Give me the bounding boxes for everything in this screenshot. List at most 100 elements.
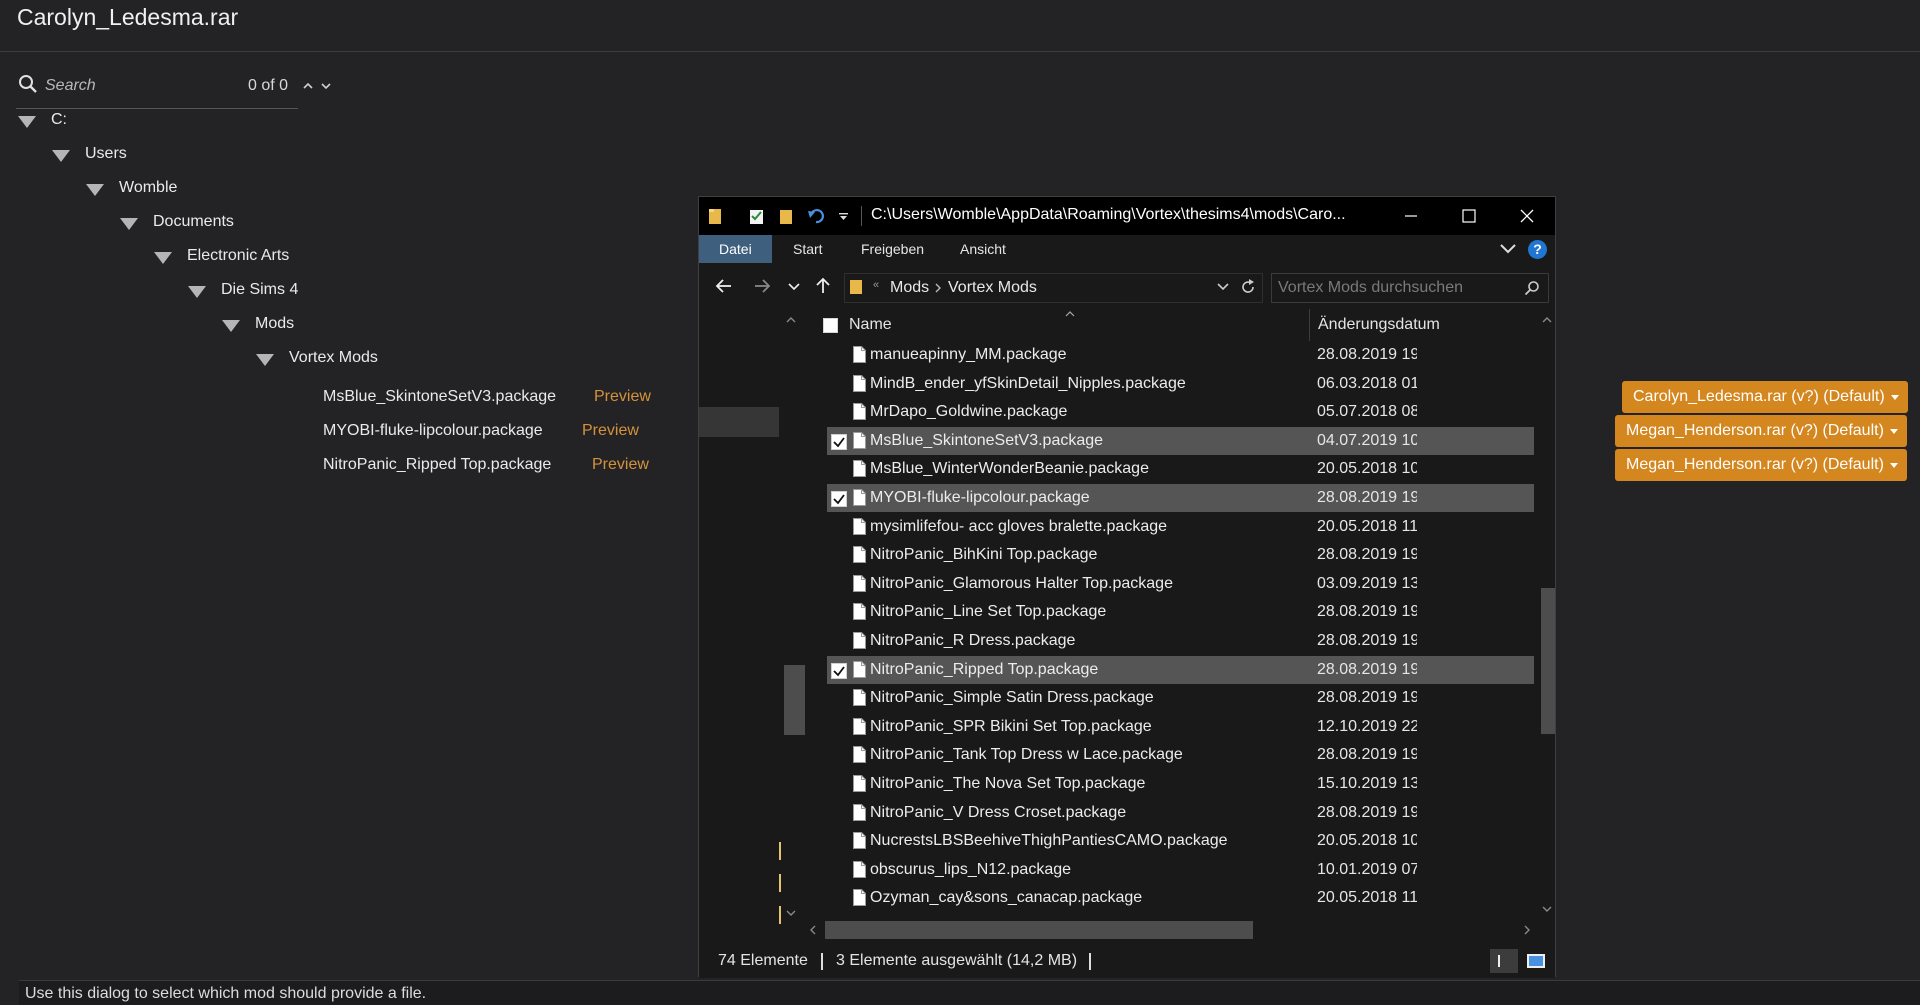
table-row[interactable]: MindB_ender_yfSkinDetail_Nipples.package… [827,370,1534,398]
search-icon[interactable] [1524,280,1540,296]
explorer-search-box [1271,273,1549,303]
breadcrumb-vortex-mods[interactable]: Vortex Mods [948,279,1037,297]
table-row[interactable]: NitroPanic_R Dress.package 28.08.2019 19: [827,627,1534,655]
search-input[interactable] [43,76,247,96]
tree-node-womble[interactable]: Womble [86,179,177,197]
table-row[interactable]: NitroPanic_BihKini Top.package 28.08.2019… [827,541,1534,569]
file-list-horizontal-scrollbar[interactable] [803,919,1539,941]
scroll-down-icon[interactable] [786,909,796,917]
table-row[interactable]: obscurus_lips_N12.package 10.01.2019 07: [827,856,1534,884]
file-list-vertical-scrollbar[interactable] [1539,309,1555,919]
navigation-pane-selected-item[interactable] [699,407,779,437]
tree-node-documents[interactable]: Documents [120,213,234,231]
tab-datei[interactable]: Datei [699,235,772,263]
tab-ansicht[interactable]: Ansicht [960,235,1006,263]
row-checkbox[interactable] [831,491,847,507]
preview-link[interactable]: Preview [592,456,649,474]
table-row[interactable]: manueapinny_MM.package 28.08.2019 19: [827,341,1534,369]
minimize-icon[interactable] [1382,197,1440,235]
table-row[interactable]: mysimlifefou- acc gloves bralette.packag… [827,513,1534,541]
help-icon[interactable]: ? [1528,240,1547,259]
tab-start[interactable]: Start [793,235,823,263]
tree-node-die-sims-4[interactable]: Die Sims 4 [188,281,298,299]
expand-arrow-icon[interactable] [222,319,240,332]
table-row[interactable]: MYOBI-fluke-lipcolour.package 28.08.2019 … [827,484,1534,512]
tree-node-users[interactable]: Users [52,145,127,163]
customize-toolbar-icon[interactable] [839,213,848,220]
preview-link[interactable]: Preview [594,388,651,406]
table-row[interactable]: NitroPanic_Ripped Top.package 28.08.2019 … [827,655,1534,684]
expand-arrow-icon[interactable] [256,353,274,366]
tree-node-mods[interactable]: Mods [222,315,294,333]
table-row[interactable]: NitroPanic_Tank Top Dress w Lace.package… [827,741,1534,769]
scroll-marker [779,906,781,924]
table-row[interactable]: NitroPanic_SPR Bikini Set Top.package 12.… [827,713,1534,741]
scroll-up-icon[interactable] [1542,316,1552,324]
tree-node-vortex-mods[interactable]: Vortex Mods [256,349,378,367]
expand-arrow-icon[interactable] [52,149,70,162]
table-row[interactable]: MrDapo_Goldwine.package 05.07.2018 08: [827,398,1534,426]
mod-provider-dropdown[interactable]: Megan_Henderson.rar (v?) (Default) [1615,449,1907,481]
address-history-icon[interactable] [1216,282,1230,292]
scrollbar-thumb[interactable] [1541,588,1555,734]
expand-arrow-icon[interactable] [120,217,138,230]
row-checkbox[interactable] [831,433,847,450]
scroll-up-icon[interactable] [786,316,796,324]
table-row[interactable]: NitroPanic_Simple Satin Dress.package 28.… [827,684,1534,712]
close-icon[interactable] [1498,197,1556,235]
table-row[interactable]: Ozyman_cay&sons_canacap.package 20.05.201… [827,884,1534,912]
column-divider[interactable] [1309,309,1310,341]
explorer-titlebar[interactable]: C:\Users\Womble\AppData\Roaming\Vortex\t… [699,197,1555,235]
undo-icon[interactable] [807,207,827,225]
table-row[interactable]: MsBlue_WinterWonderBeanie.package 20.05.2… [827,455,1534,483]
refresh-icon[interactable] [1240,279,1256,295]
breadcrumb-separator-icon[interactable] [934,283,942,293]
table-row[interactable]: NitroPanic_V Dress Croset.package 28.08.2… [827,799,1534,827]
expand-arrow-icon[interactable] [18,115,36,128]
back-arrow-icon[interactable] [713,275,735,297]
details-view-icon[interactable] [1490,949,1518,973]
expand-arrow-icon[interactable] [154,251,172,264]
column-name-header[interactable]: Name [849,316,892,334]
tab-freigeben[interactable]: Freigeben [861,235,924,263]
tree-node-electronic-arts[interactable]: Electronic Arts [154,247,289,265]
breadcrumb-overflow-icon[interactable]: « [873,279,879,291]
scrollbar-thumb[interactable] [825,921,1253,939]
breadcrumb-mods[interactable]: Mods [890,279,929,297]
scroll-down-icon[interactable] [1542,905,1552,913]
preview-link[interactable]: Preview [582,422,639,440]
table-row[interactable]: NitroPanic_Glamorous Halter Top.package 0… [827,570,1534,598]
large-icons-view-icon[interactable] [1522,949,1550,973]
mod-provider-dropdown[interactable]: Carolyn_Ledesma.rar (v?) (Default) [1622,381,1908,413]
up-arrow-icon[interactable] [812,275,834,297]
select-all-checkbox[interactable] [823,318,838,333]
chevron-down-icon[interactable] [320,80,332,92]
forward-arrow-icon[interactable] [751,275,773,297]
recent-locations-icon[interactable] [783,275,805,297]
column-date-header[interactable]: Änderungsdatum [1318,316,1440,334]
navigation-pane[interactable] [699,309,805,926]
scroll-left-icon[interactable] [809,925,817,935]
expand-arrow-icon[interactable] [86,183,104,196]
file-name: NitroPanic_Simple Satin Dress.package [870,689,1154,707]
explorer-search-input[interactable] [1276,278,1520,298]
table-row[interactable]: NucrestsLBSBeehiveThighPantiesCAMO.packa… [827,827,1534,855]
tree-node-c[interactable]: C: [18,111,67,129]
expand-ribbon-icon[interactable] [1499,241,1517,257]
chevron-up-icon[interactable] [302,80,314,92]
table-row[interactable]: NitroPanic_Line Set Top.package 28.08.201… [827,598,1534,626]
new-folder-icon[interactable] [779,207,793,225]
mod-provider-dropdown[interactable]: Megan_Henderson.rar (v?) (Default) [1615,415,1907,447]
scrollbar-thumb[interactable] [784,665,805,735]
scroll-right-icon[interactable] [1523,925,1531,935]
expand-arrow-icon[interactable] [188,285,206,298]
table-row[interactable]: NitroPanic_The Nova Set Top.package 15.10… [827,770,1534,798]
navigation-pane-scrollbar[interactable] [779,309,805,926]
file-name: MYOBI-fluke-lipcolour.package [870,489,1090,506]
row-checkbox[interactable] [831,662,847,679]
properties-icon[interactable] [749,207,765,225]
address-bar[interactable]: « Mods Vortex Mods [844,273,1263,303]
table-row[interactable]: MsBlue_SkintoneSetV3.package 04.07.2019 1… [827,426,1534,455]
search-icon[interactable] [18,74,38,94]
maximize-icon[interactable] [1440,197,1498,235]
